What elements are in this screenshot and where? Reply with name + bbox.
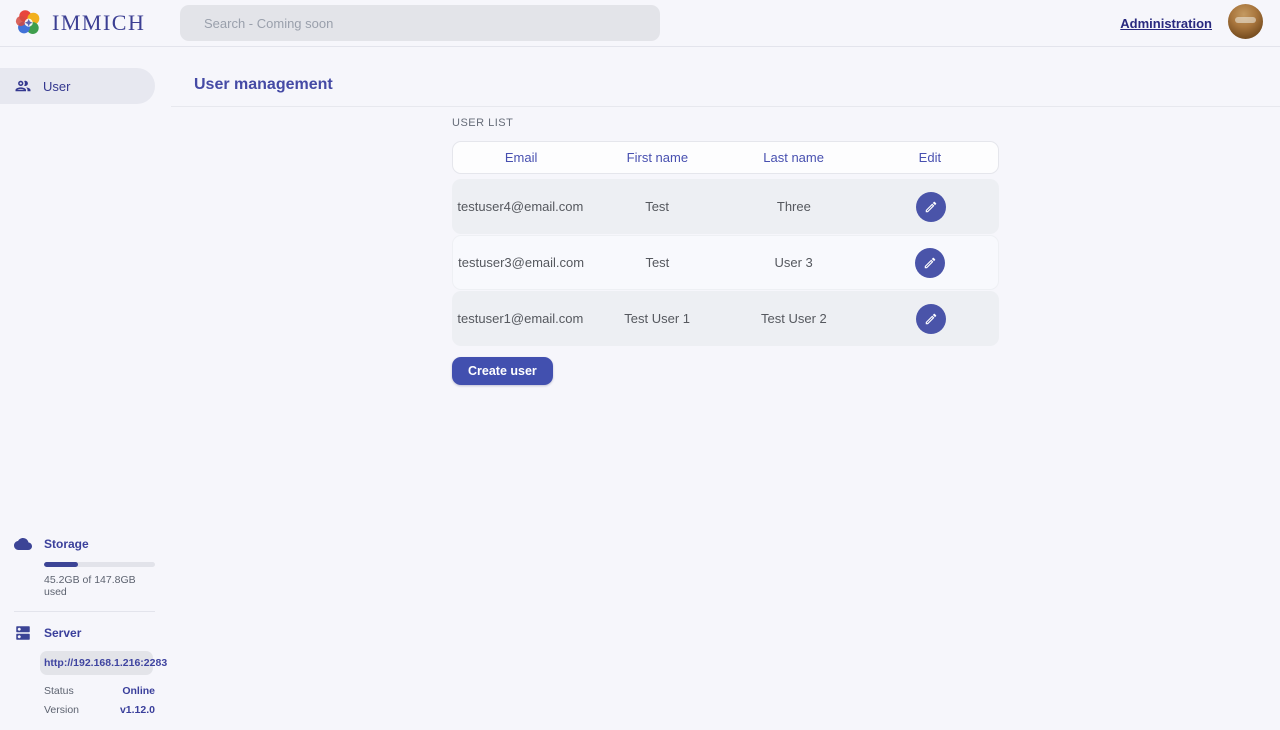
version-value: v1.12.0 — [120, 704, 155, 716]
server-url: http://192.168.1.216:2283 — [40, 651, 153, 675]
page-title: User management — [194, 76, 333, 94]
administration-link[interactable]: Administration — [1120, 16, 1212, 31]
create-user-button[interactable]: Create user — [452, 357, 553, 385]
sidebar-item-user[interactable]: User — [0, 68, 155, 104]
cell-email: testuser3@email.com — [453, 255, 589, 270]
pencil-icon — [924, 312, 938, 326]
server-icon — [14, 624, 32, 642]
top-bar: IMMICH Administration — [0, 0, 1280, 47]
server-header: Server — [0, 624, 155, 642]
status-label: Status — [44, 685, 74, 697]
cell-first-name: Test User 1 — [589, 311, 726, 326]
edit-user-button[interactable] — [916, 304, 946, 334]
storage-progress-bar — [44, 562, 155, 567]
table-header-row: Email First name Last name Edit — [452, 141, 999, 174]
cell-last-name: User 3 — [726, 255, 862, 270]
cell-first-name: Test — [589, 199, 726, 214]
user-avatar[interactable] — [1228, 4, 1263, 39]
column-header-first-name: First name — [589, 150, 725, 165]
user-table: Email First name Last name Edit testuser… — [452, 141, 999, 347]
cell-first-name: Test — [589, 255, 725, 270]
column-header-edit: Edit — [862, 150, 998, 165]
brand-name: IMMICH — [52, 10, 145, 36]
server-title: Server — [44, 626, 81, 640]
pencil-icon — [923, 256, 937, 270]
status-badge: Online — [122, 685, 155, 697]
table-row: testuser4@email.com Test Three — [452, 179, 999, 234]
cell-last-name: Three — [726, 199, 863, 214]
edit-user-button[interactable] — [915, 248, 945, 278]
cell-email: testuser4@email.com — [452, 199, 589, 214]
cell-last-name: Test User 2 — [726, 311, 863, 326]
column-header-last-name: Last name — [726, 150, 862, 165]
storage-header: Storage — [0, 535, 155, 553]
storage-progress-fill — [44, 562, 78, 567]
sidebar-item-label: User — [43, 79, 70, 94]
heading-divider — [171, 106, 1280, 107]
pencil-icon — [924, 200, 938, 214]
cell-email: testuser1@email.com — [452, 311, 589, 326]
edit-user-button[interactable] — [916, 192, 946, 222]
storage-title: Storage — [44, 537, 89, 551]
search-input[interactable] — [180, 5, 660, 41]
table-row: testuser3@email.com Test User 3 — [452, 235, 999, 290]
sidebar-status-panel: Storage 45.2GB of 147.8GB used Server ht… — [0, 535, 155, 716]
version-label: Version — [44, 704, 79, 716]
column-header-email: Email — [453, 150, 589, 165]
cloud-icon — [14, 535, 32, 553]
server-status-row: Status Online — [44, 685, 155, 697]
sidebar: User Storage 45.2GB of 147.8GB used Serv… — [0, 47, 155, 730]
immich-flower-icon — [14, 8, 44, 38]
sidebar-divider — [14, 611, 155, 612]
table-row: testuser1@email.com Test User 1 Test Use… — [452, 291, 999, 346]
user-list-label: USER LIST — [452, 117, 513, 129]
storage-usage-text: 45.2GB of 147.8GB used — [44, 574, 155, 598]
server-version-row: Version v1.12.0 — [44, 704, 155, 716]
people-icon — [14, 77, 32, 95]
brand[interactable]: IMMICH — [14, 8, 145, 38]
search-bar[interactable] — [180, 5, 660, 41]
